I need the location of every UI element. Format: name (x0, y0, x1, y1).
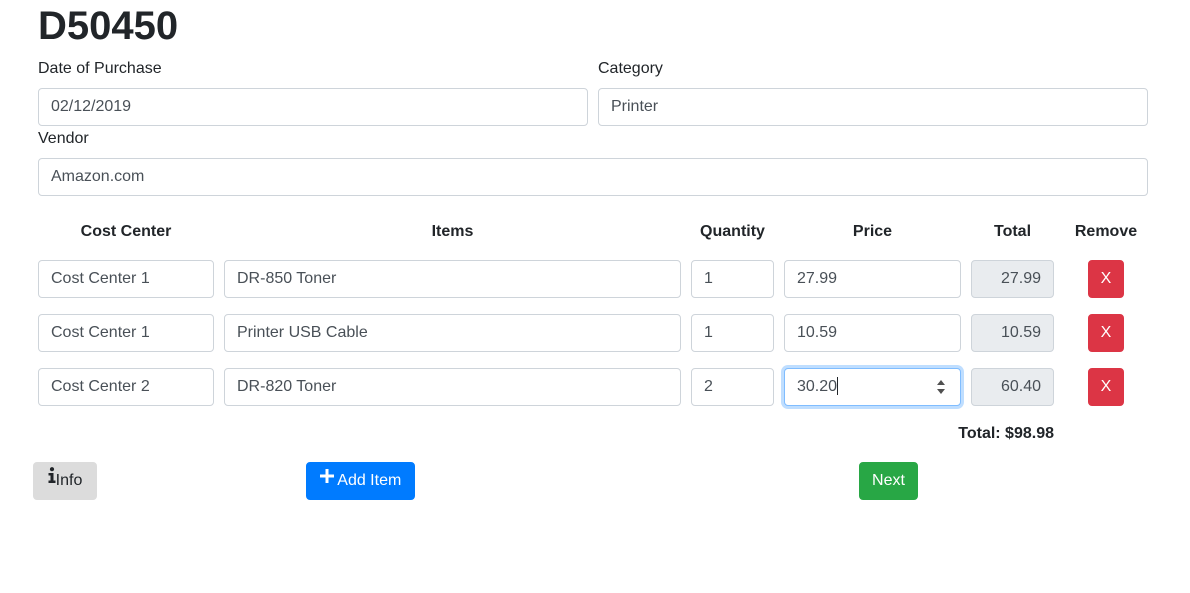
cost-center-input[interactable]: Cost Center 1 (38, 314, 214, 352)
price-input-focused[interactable]: 30.20 (784, 368, 961, 406)
cost-center-input[interactable]: Cost Center 2 (38, 368, 214, 406)
cost-center-input[interactable]: Cost Center 1 (38, 260, 214, 298)
category-input[interactable]: Printer (598, 88, 1148, 126)
expense-form-page: D50450 Date of Purchase 02/12/2019 Categ… (0, 0, 1190, 593)
quantity-input[interactable]: 2 (691, 368, 774, 406)
column-header-items: Items (431, 223, 474, 240)
row-total-field: 60.40 (971, 368, 1054, 406)
price-input[interactable]: 27.99 (784, 260, 961, 298)
date-of-purchase-label: Date of Purchase (38, 60, 162, 77)
quantity-input[interactable]: 1 (691, 260, 774, 298)
quantity-input[interactable]: 1 (691, 314, 774, 352)
column-header-total: Total (993, 223, 1032, 240)
info-icon (48, 461, 56, 497)
number-spinner-icon[interactable] (936, 378, 946, 396)
price-input[interactable]: 10.59 (784, 314, 961, 352)
add-item-button[interactable]: Add Item (306, 462, 415, 500)
row-total-field: 27.99 (971, 260, 1054, 298)
info-button[interactable]: Info (33, 462, 97, 500)
text-caret (837, 376, 839, 395)
column-header-remove: Remove (1074, 223, 1138, 240)
item-input[interactable]: DR-850 Toner (224, 260, 681, 298)
category-label: Category (598, 60, 663, 77)
grand-total: Total: $98.98 (958, 425, 1054, 442)
remove-row-button[interactable]: X (1088, 314, 1124, 352)
page-title: D50450 (38, 4, 179, 48)
column-header-cost-center: Cost Center (80, 223, 172, 240)
remove-row-button[interactable]: X (1088, 368, 1124, 406)
plus-icon (319, 461, 334, 497)
vendor-label: Vendor (38, 130, 89, 147)
vendor-input[interactable]: Amazon.com (38, 158, 1148, 196)
row-total-field: 10.59 (971, 314, 1054, 352)
column-header-quantity: Quantity (700, 223, 765, 240)
price-value: 30.20 (797, 378, 838, 395)
item-input[interactable]: Printer USB Cable (224, 314, 681, 352)
item-input[interactable]: DR-820 Toner (224, 368, 681, 406)
remove-row-button[interactable]: X (1088, 260, 1124, 298)
date-of-purchase-input[interactable]: 02/12/2019 (38, 88, 588, 126)
next-button[interactable]: Next (859, 462, 918, 500)
info-button-label: Info (55, 472, 83, 490)
add-item-button-label: Add Item (337, 472, 402, 490)
column-header-price: Price (852, 223, 893, 240)
